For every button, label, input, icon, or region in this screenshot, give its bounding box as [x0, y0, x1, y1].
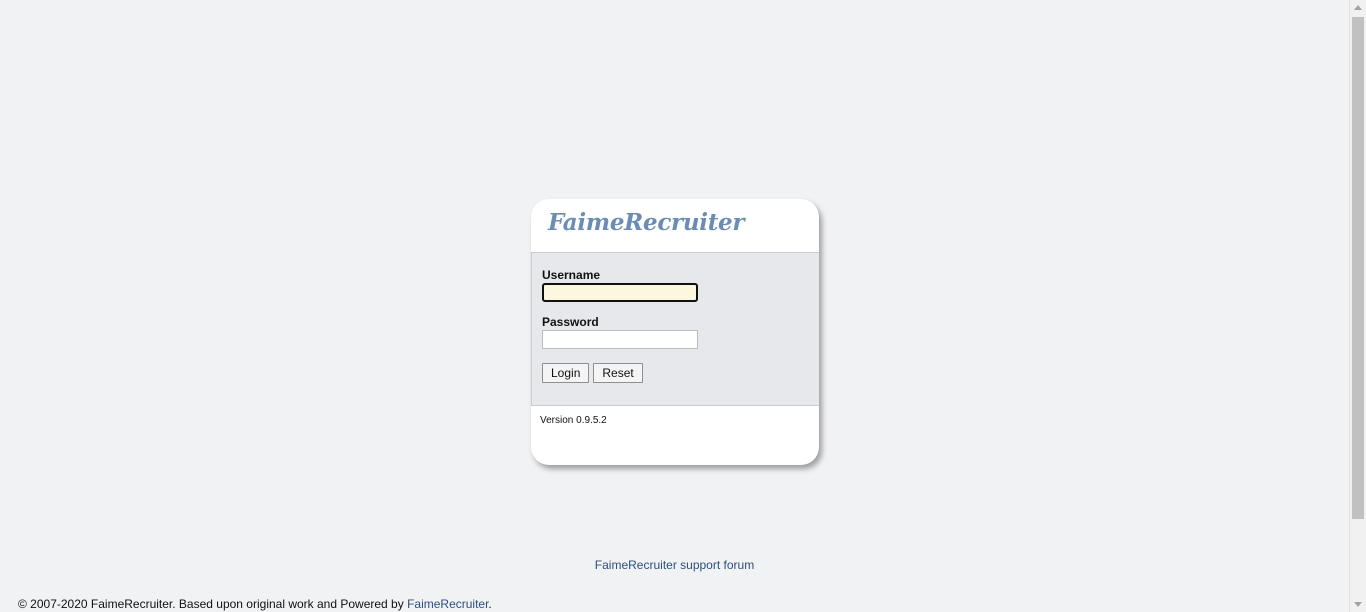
support-forum-link[interactable]: FaimeRecruiter support forum [0, 558, 1349, 572]
password-label: Password [542, 315, 599, 329]
page: FaimeRecruiter Username Password Login R… [0, 0, 1349, 612]
footer-trailing-text: . [488, 597, 492, 611]
password-input[interactable] [542, 330, 698, 349]
username-input[interactable] [542, 283, 698, 302]
username-label: Username [542, 268, 601, 282]
version-label: Version 0.9.5.2 [540, 415, 607, 426]
scroll-up-arrow-icon[interactable] [1354, 5, 1362, 10]
login-button[interactable]: Login [542, 363, 590, 383]
scrollbar-thumb[interactable] [1352, 17, 1364, 519]
copyright-text: © 2007-2020 FaimeRecruiter. Based upon o… [18, 597, 408, 611]
login-card: FaimeRecruiter Username Password Login R… [531, 199, 819, 465]
form-buttons: Login Reset [542, 363, 819, 383]
app-logo: FaimeRecruiter [548, 209, 745, 236]
vertical-scrollbar[interactable] [1349, 0, 1366, 612]
reset-button[interactable]: Reset [593, 363, 643, 383]
login-form: Username Password Login Reset [531, 253, 819, 406]
powered-by-link[interactable]: FaimeRecruiter [407, 597, 488, 611]
page-footer: © 2007-2020 FaimeRecruiter. Based upon o… [18, 597, 492, 611]
card-header: FaimeRecruiter [531, 199, 819, 253]
scroll-down-arrow-icon[interactable] [1354, 602, 1362, 607]
